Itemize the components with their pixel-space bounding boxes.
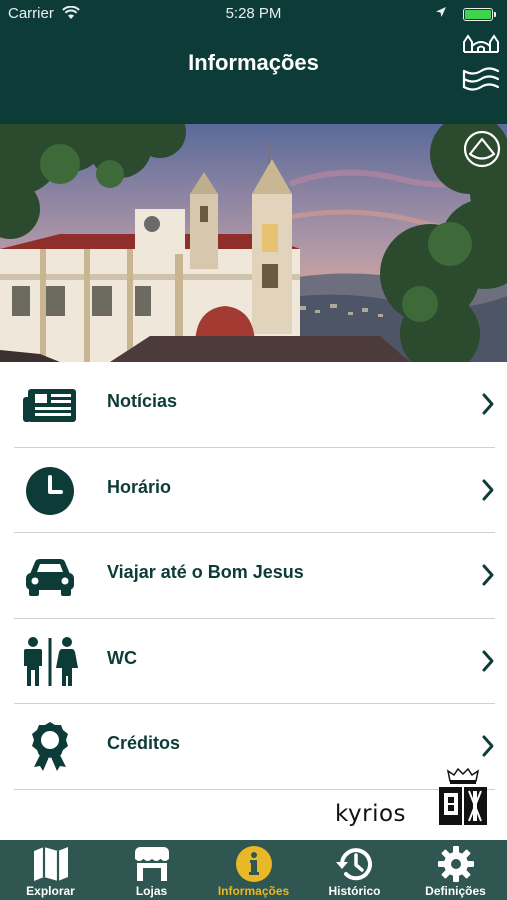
coat-of-arms-icon (439, 767, 487, 825)
map-icon (33, 847, 68, 881)
tab-label: Informações (217, 884, 290, 898)
info-menu: Notícias Horário Viajar até o Bom Jesus (0, 362, 507, 790)
footer-logos: kyrios (0, 765, 507, 840)
tab-label: Explorar (26, 884, 75, 898)
store-icon (134, 847, 169, 881)
newspaper-icon (23, 389, 76, 422)
chevron-right-icon (482, 650, 494, 671)
tab-bar: Explorar Lojas Informações Histórico Def… (0, 840, 507, 900)
menu-item-label: Notícias (107, 391, 178, 411)
car-icon (26, 559, 74, 596)
tab-label: Lojas (135, 884, 168, 898)
hero-image (0, 124, 507, 362)
sanctuary-icon[interactable] (461, 28, 501, 54)
chevron-right-icon (482, 479, 494, 500)
tab-explorar[interactable]: Explorar (0, 840, 101, 900)
menu-item-label: WC (107, 647, 137, 668)
battery-icon (463, 8, 496, 21)
tab-definicoes[interactable]: Definições (405, 840, 506, 900)
tab-lojas[interactable]: Lojas (101, 840, 202, 900)
settings-gear-icon (437, 846, 474, 882)
menu-item-wc[interactable]: WC (14, 619, 495, 704)
menu-item-label: Horário (107, 476, 172, 497)
tab-label: Histórico (328, 884, 381, 898)
status-bar: Carrier 5:28 PM (0, 0, 507, 28)
tab-label: Definições (425, 884, 486, 898)
menu-item-label: Créditos (107, 733, 181, 753)
water-icon[interactable] (461, 66, 501, 94)
menu-item-label: Viajar até o Bom Jesus (107, 562, 304, 582)
clock-time: 5:28 PM (225, 5, 282, 22)
chevron-right-icon (482, 393, 494, 415)
tab-informacoes[interactable]: Informações (203, 840, 304, 900)
chevron-right-icon (482, 735, 494, 757)
menu-item-horario[interactable]: Horário (14, 448, 495, 533)
clock-icon (26, 466, 74, 515)
info-icon (235, 846, 272, 882)
restroom-icon (24, 636, 78, 686)
tab-historico[interactable]: Histórico (304, 840, 405, 900)
heritage-icon[interactable] (463, 130, 501, 168)
menu-item-noticias[interactable]: Notícias (14, 362, 495, 448)
menu-item-viajar[interactable]: Viajar até o Bom Jesus (14, 533, 495, 619)
kyrios-logo: kyrios (335, 801, 407, 827)
navigation-bar: Informações (0, 28, 507, 124)
chevron-right-icon (482, 564, 494, 586)
battery-level (465, 10, 491, 19)
page-title: Informações (188, 50, 319, 75)
hero-photo (0, 124, 507, 362)
location-arrow-icon (436, 7, 446, 17)
history-icon (335, 848, 372, 881)
